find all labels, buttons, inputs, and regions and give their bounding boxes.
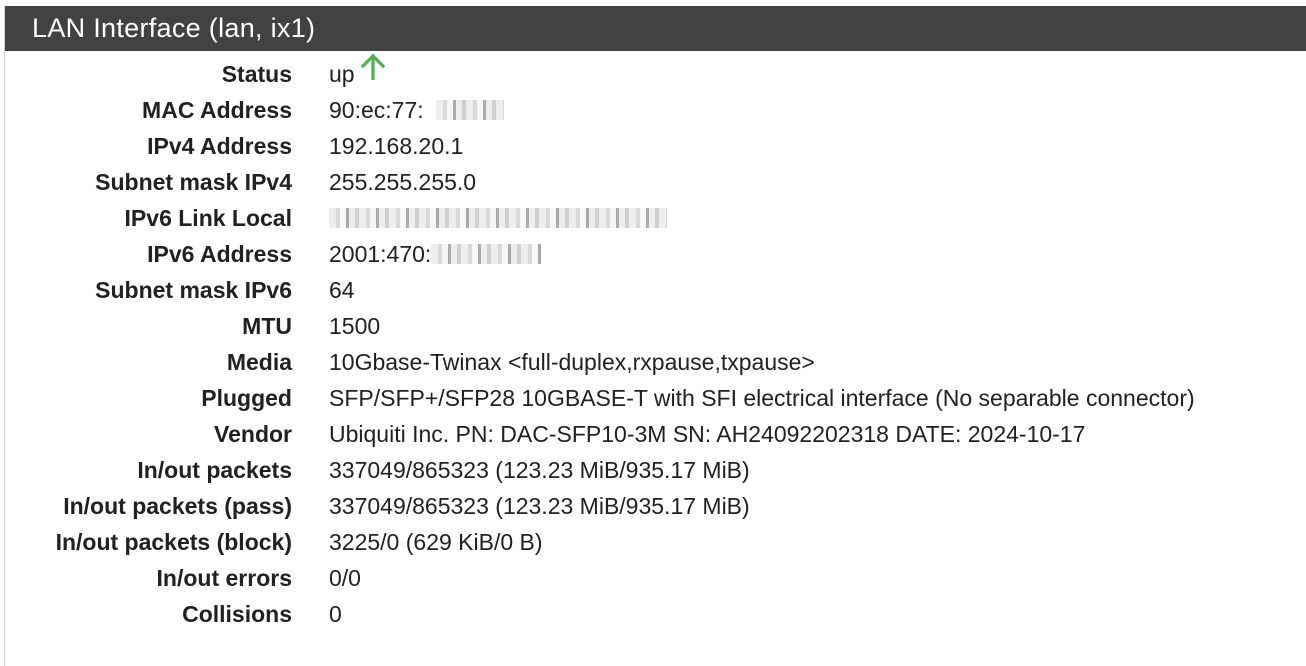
mtu-value: 1500: [329, 313, 381, 339]
redacted-block: [329, 207, 667, 228]
row-collisions: Collisions 0: [5, 596, 1306, 632]
plugged-label: Plugged: [201, 385, 292, 411]
subnet-mask-ipv4-label: Subnet mask IPv4: [95, 169, 292, 195]
in-out-packets-pass-label: In/out packets (pass): [63, 493, 292, 519]
status-value: up: [329, 61, 355, 87]
mac-address-value-wrap: 90:ec:77:: [329, 92, 504, 128]
ipv6-link-local-label: IPv6 Link Local: [124, 205, 292, 231]
status-value-wrap: up: [329, 53, 385, 92]
status-label: Status: [221, 61, 292, 87]
in-out-packets-block-value: 3225/0 (629 KiB/0 B): [329, 529, 543, 555]
interface-panel: LAN Interface (lan, ix1) Status up MAC A…: [4, 6, 1306, 666]
row-in-out-errors: In/out errors 0/0: [5, 560, 1306, 596]
panel-title: LAN Interface (lan, ix1): [5, 6, 1306, 51]
row-in-out-packets-block: In/out packets (block) 3225/0 (629 KiB/0…: [5, 524, 1306, 560]
row-mac-address: MAC Address 90:ec:77:: [5, 92, 1306, 128]
row-in-out-packets-pass: In/out packets (pass) 337049/865323 (123…: [5, 488, 1306, 524]
mac-address-label: MAC Address: [142, 97, 292, 123]
in-out-packets-value: 337049/865323 (123.23 MiB/935.17 MiB): [329, 457, 750, 483]
redacted-block: [435, 99, 504, 120]
interface-details: Status up MAC Address 90:ec:77: IPv4 Add…: [5, 51, 1306, 632]
in-out-packets-pass-value: 337049/865323 (123.23 MiB/935.17 MiB): [329, 493, 750, 519]
ipv6-link-local-value-wrap: [329, 200, 667, 236]
ipv6-address-label: IPv6 Address: [147, 241, 292, 267]
row-mtu: MTU 1500: [5, 308, 1306, 344]
ipv4-address-label: IPv4 Address: [147, 133, 292, 159]
vendor-label: Vendor: [214, 421, 292, 447]
row-ipv6-address: IPv6 Address 2001:470:: [5, 236, 1306, 272]
row-subnet-mask-ipv6: Subnet mask IPv6 64: [5, 272, 1306, 308]
in-out-packets-block-label: In/out packets (block): [55, 529, 292, 555]
ipv4-address-value: 192.168.20.1: [329, 133, 464, 159]
in-out-errors-value: 0/0: [329, 565, 361, 591]
vendor-value: Ubiquiti Inc. PN: DAC-SFP10-3M SN: AH240…: [329, 421, 1086, 447]
subnet-mask-ipv6-label: Subnet mask IPv6: [95, 277, 292, 303]
row-ipv6-link-local: IPv6 Link Local: [5, 200, 1306, 236]
subnet-mask-ipv6-value: 64: [329, 277, 355, 303]
row-media: Media 10Gbase-Twinax <full-duplex,rxpaus…: [5, 344, 1306, 380]
row-ipv4-address: IPv4 Address 192.168.20.1: [5, 128, 1306, 164]
ipv6-address-value: 2001:470:: [329, 241, 432, 267]
collisions-label: Collisions: [182, 601, 292, 627]
collisions-value: 0: [329, 601, 342, 627]
row-subnet-mask-ipv4: Subnet mask IPv4 255.255.255.0: [5, 164, 1306, 200]
mac-address-value: 90:ec:77:: [329, 97, 424, 123]
row-plugged: Plugged SFP/SFP+/SFP28 10GBASE-T with SF…: [5, 380, 1306, 416]
subnet-mask-ipv4-value: 255.255.255.0: [329, 169, 477, 195]
plugged-value: SFP/SFP+/SFP28 10GBASE-T with SFI electr…: [329, 385, 1195, 411]
arrow-up-icon: [360, 53, 385, 90]
media-value: 10Gbase-Twinax <full-duplex,rxpause,txpa…: [329, 349, 815, 375]
ipv6-address-value-wrap: 2001:470:: [329, 236, 542, 272]
in-out-packets-label: In/out packets: [137, 457, 292, 483]
in-out-errors-label: In/out errors: [156, 565, 292, 591]
row-status: Status up: [5, 53, 1306, 92]
row-vendor: Vendor Ubiquiti Inc. PN: DAC-SFP10-3M SN…: [5, 416, 1306, 452]
mtu-label: MTU: [242, 313, 292, 339]
media-label: Media: [226, 349, 292, 375]
row-in-out-packets: In/out packets 337049/865323 (123.23 MiB…: [5, 452, 1306, 488]
redacted-block: [431, 243, 542, 264]
